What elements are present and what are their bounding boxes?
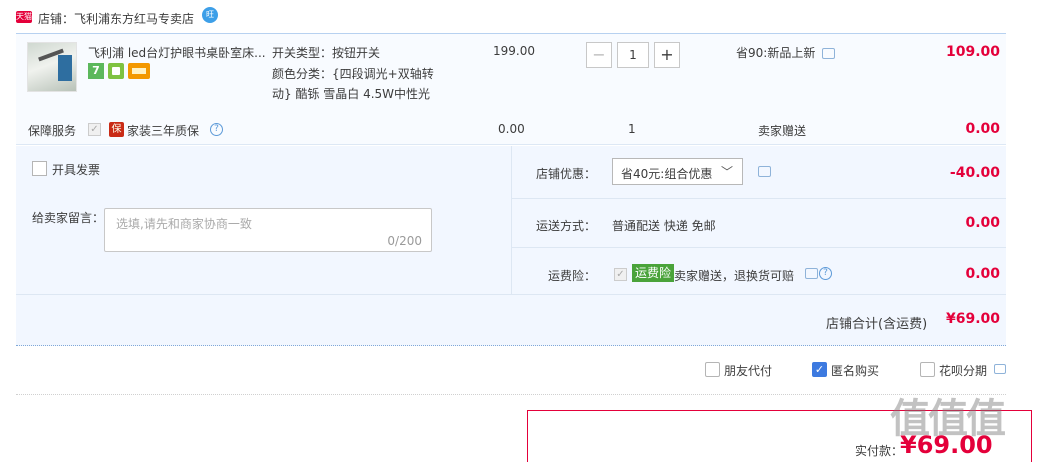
watermark-logo: 值值值 (890, 396, 1006, 442)
item-discount-note: 省90:新品上新 (736, 46, 816, 60)
chat-icon[interactable] (758, 166, 771, 177)
freight-insurance-text: 卖家赠送，退换货可赔 (674, 269, 795, 283)
invoice-label[interactable]: 开具发票 (52, 161, 100, 178)
quantity-minus-button[interactable]: − (586, 42, 612, 68)
seller-message-textarea[interactable]: 选填,请先和商家协商一致 0/200 (104, 208, 432, 252)
shop-discount-selected-value: 省40元:组合优惠 (621, 167, 713, 181)
guarantee-shield-icon: 保 (109, 122, 124, 137)
row-divider (16, 294, 1006, 295)
unit-price: 199.00 (493, 44, 535, 58)
chat-icon[interactable] (805, 268, 818, 279)
seller-message-counter: 0/200 (387, 234, 422, 248)
shop-discount-label: 店铺优惠： (536, 167, 597, 181)
credit-card-icon (128, 63, 150, 79)
item-total-price: 109.00 (945, 44, 1000, 60)
shipping-amount: 0.00 (965, 215, 1000, 231)
actual-payment-label: 实付款： (855, 444, 904, 458)
seller-message-placeholder: 选填,请先和商家协商一致 (116, 217, 252, 231)
friend-pay-label[interactable]: 朋友代付 (724, 362, 772, 379)
chat-icon[interactable] (994, 364, 1006, 374)
sku-switch-type: 开关类型：按钮开关 (272, 46, 381, 60)
guarantee-gift-note: 卖家赠送 (758, 124, 807, 138)
guarantee-label: 保障服务 (28, 124, 77, 138)
guarantee-price: 0.00 (498, 122, 525, 136)
product-thumbnail[interactable] (27, 42, 77, 92)
column-divider (511, 146, 512, 294)
seller-message-label: 给卖家留言： (32, 211, 105, 225)
chat-icon[interactable] (822, 48, 835, 59)
tmall-logo-icon: 天猫 (16, 11, 32, 23)
quantity-input[interactable]: 1 (617, 42, 649, 68)
help-icon[interactable]: ? (819, 267, 832, 280)
order-options-panel: 开具发票 给卖家留言： 选填,请先和商家协商一致 0/200 店铺优惠： 省40… (16, 146, 1006, 346)
sku-color-line-2: 动} 酷铄 雪晶白 4.5W中性光 (272, 87, 431, 101)
shop-header: 天猫 店铺：飞利浦东方红马专卖店 旺 (16, 6, 1006, 30)
wangwang-chat-icon[interactable]: 旺 (202, 7, 218, 23)
service-badge-icon (108, 63, 124, 79)
shop-discount-select[interactable]: 省40元:组合优惠 ﹀ (612, 158, 743, 185)
shop-total-label: 店铺合计(含运费) (826, 317, 928, 332)
shop-discount-amount: -40.00 (949, 165, 1000, 181)
guarantee-checkbox[interactable]: ✓ (88, 123, 101, 136)
chevron-down-icon: ﹀ (720, 165, 733, 179)
guarantee-quantity: 1 (628, 122, 636, 136)
freight-insurance-label: 运费险： (548, 269, 597, 283)
guarantee-text: 家装三年质保 (127, 124, 200, 138)
invoice-checkbox[interactable] (32, 161, 47, 176)
shop-name-link[interactable]: 店铺：飞利浦东方红马专卖店 (38, 10, 194, 27)
help-icon[interactable]: ? (210, 123, 223, 136)
row-divider (512, 198, 1006, 199)
anonymous-purchase-checkbox[interactable]: ✓ (812, 362, 827, 377)
product-title-link[interactable]: 飞利浦 led台灯护眼书桌卧室床... (88, 44, 266, 61)
row-divider (512, 247, 1006, 248)
huabei-installment-label[interactable]: 花呗分期 (939, 362, 987, 379)
freight-insurance-badge: 运费险 (632, 264, 675, 282)
quantity-stepper: − 1 + (586, 42, 682, 68)
shop-total-amount: ¥69.00 (945, 311, 1000, 327)
huabei-installment-checkbox[interactable] (920, 362, 935, 377)
section-divider (16, 394, 1006, 395)
friend-pay-checkbox[interactable] (705, 362, 720, 377)
quantity-plus-button[interactable]: + (654, 42, 680, 68)
shipping-method-label: 运送方式： (536, 219, 597, 233)
seven-day-return-icon: 7 (88, 63, 104, 79)
freight-insurance-checkbox[interactable]: ✓ (614, 268, 627, 281)
order-item-row: 飞利浦 led台灯护眼书桌卧室床... 7 开关类型：按钮开关 颜色分类：{四段… (16, 33, 1006, 145)
freight-insurance-amount: 0.00 (965, 266, 1000, 282)
shipping-method-value: 普通配送 快递 免邮 (612, 219, 716, 233)
sku-color-line-1: 颜色分类：{四段调光+双轴转 (272, 67, 434, 81)
guarantee-total-price: 0.00 (965, 121, 1000, 137)
anonymous-purchase-label[interactable]: 匿名购买 (831, 362, 879, 379)
